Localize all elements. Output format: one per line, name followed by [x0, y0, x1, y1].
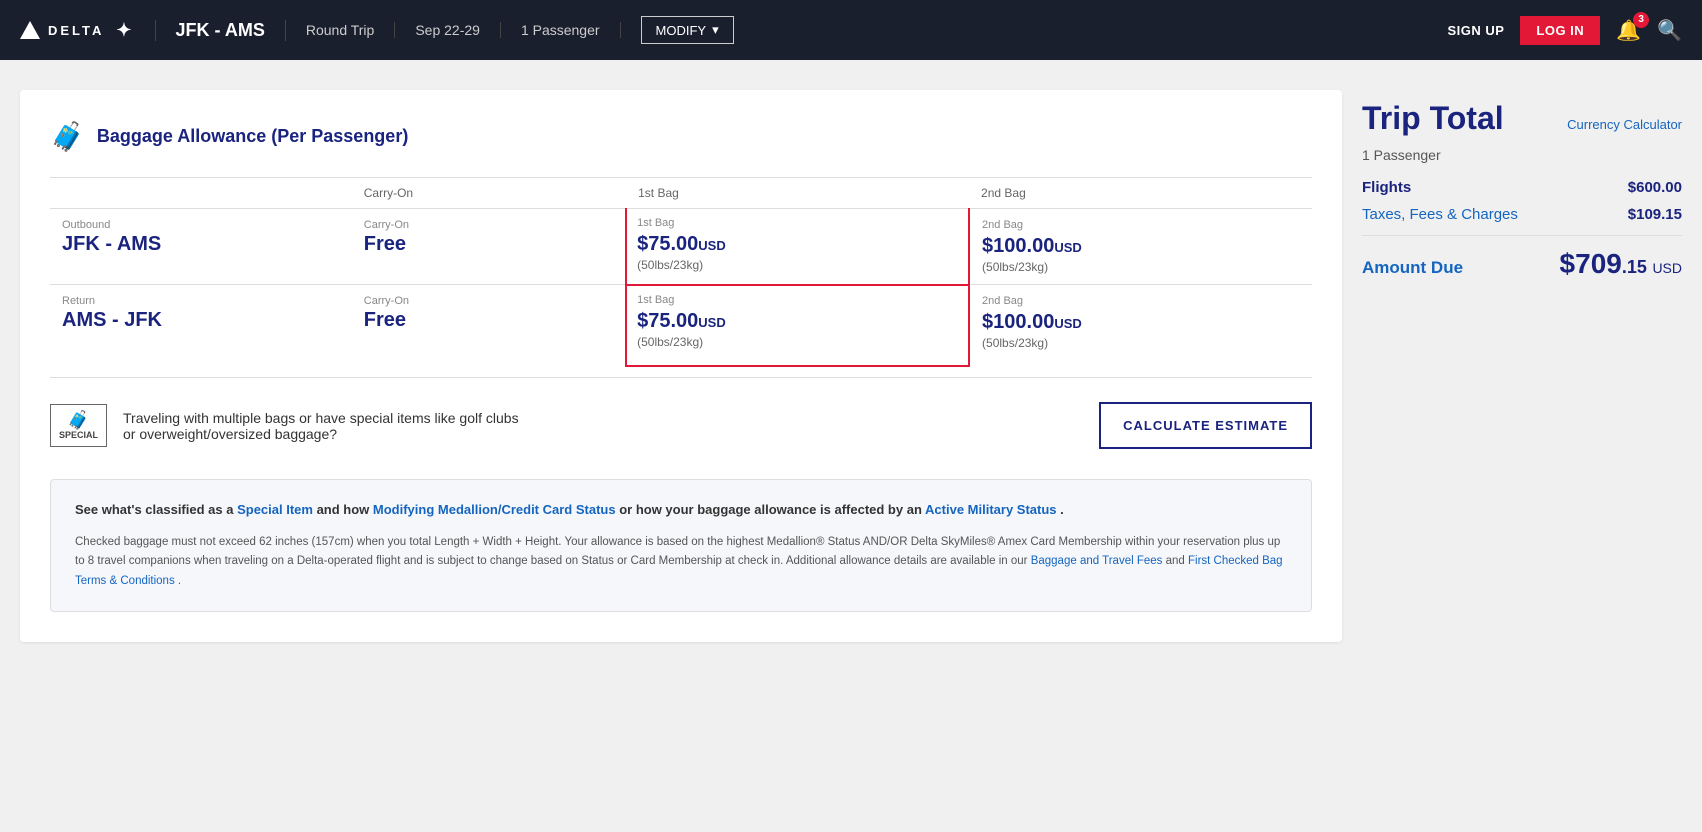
- return-bag2-weight: (50lbs/23kg): [982, 336, 1300, 350]
- baggage-panel: 🧳 Baggage Allowance (Per Passenger) Carr…: [20, 90, 1342, 642]
- baggage-title-row: 🧳 Baggage Allowance (Per Passenger): [50, 120, 1312, 153]
- special-item-link[interactable]: Special Item: [237, 502, 313, 517]
- col-route-header: [50, 178, 352, 209]
- return-bag1-price: $75.00: [637, 310, 698, 332]
- signup-button[interactable]: SIGN UP: [1447, 23, 1504, 38]
- return-bag2-label: 2nd Bag: [982, 295, 1300, 307]
- return-bag1-label: 1st Bag: [637, 294, 958, 306]
- special-left: 🧳 SPECIAL Traveling with multiple bags o…: [50, 404, 523, 447]
- modify-chevron-icon: ▾: [712, 22, 719, 38]
- return-route-cell: Return AMS - JFK: [50, 285, 352, 367]
- outbound-bag2-weight: (50lbs/23kg): [982, 260, 1300, 274]
- outbound-bag1-price: $75.00: [637, 233, 698, 255]
- main-content: 🧳 Baggage Allowance (Per Passenger) Carr…: [0, 60, 1702, 672]
- taxes-row: Taxes, Fees & Charges $109.15: [1362, 206, 1682, 223]
- delta-logo[interactable]: DELTA ✦: [20, 20, 156, 41]
- header-trip-type: Round Trip: [306, 22, 395, 38]
- info-body-3: .: [175, 575, 181, 587]
- col-bag1-header: 1st Bag: [626, 178, 969, 209]
- return-bag2-cell: 2nd Bag $100.00USD (50lbs/23kg): [969, 285, 1312, 367]
- modify-label: MODIFY: [656, 23, 707, 38]
- delta-triangle-icon: [20, 21, 40, 39]
- taxes-label: Taxes, Fees & Charges: [1362, 206, 1518, 223]
- return-label: Return: [62, 295, 340, 307]
- amount-due-row: Amount Due $709.15 USD: [1362, 248, 1682, 280]
- outbound-route: JFK - AMS: [62, 233, 161, 255]
- outbound-bag2-usd: USD: [1054, 240, 1081, 255]
- header-passengers: 1 Passenger: [521, 22, 621, 38]
- outbound-route-cell: Outbound JFK - AMS: [50, 209, 352, 285]
- notification-badge: 3: [1633, 12, 1649, 28]
- return-bag1-usd: USD: [698, 315, 725, 330]
- return-bag1-weight: (50lbs/23kg): [637, 335, 958, 349]
- outbound-label: Outbound: [62, 219, 340, 231]
- baggage-fees-link[interactable]: Baggage and Travel Fees: [1031, 555, 1163, 567]
- info-body-2: and: [1162, 555, 1188, 567]
- outbound-bag2-label: 2nd Bag: [982, 219, 1300, 231]
- header-route: JFK - AMS: [176, 20, 286, 41]
- baggage-table: Carry-On 1st Bag 2nd Bag Outbound JFK - …: [50, 177, 1312, 367]
- amount-due-label: Amount Due: [1362, 258, 1463, 278]
- currency-calculator-link[interactable]: Currency Calculator: [1567, 117, 1682, 132]
- header-dates: Sep 22-29: [415, 22, 501, 38]
- return-bag2-price: $100.00: [982, 311, 1054, 333]
- outbound-bag1-label: 1st Bag: [637, 217, 958, 229]
- info-box-title: See what's classified as a Special Item …: [75, 500, 1287, 521]
- outbound-bag1-weight: (50lbs/23kg): [637, 258, 958, 272]
- outbound-bag1-cell: 1st Bag $75.00USD (50lbs/23kg): [626, 209, 969, 285]
- modify-button[interactable]: MODIFY ▾: [641, 16, 734, 44]
- baggage-title-text: Baggage Allowance (Per Passenger): [97, 126, 408, 147]
- main-header: DELTA ✦ JFK - AMS Round Trip Sep 22-29 1…: [0, 0, 1702, 60]
- passenger-count: 1 Passenger: [1362, 147, 1682, 163]
- info-title-4: .: [1057, 502, 1064, 517]
- return-carryon-value: Free: [364, 309, 406, 331]
- return-carryon-cell: Carry-On Free: [352, 285, 626, 367]
- outbound-row: Outbound JFK - AMS Carry-On Free 1st Bag…: [50, 209, 1312, 285]
- trip-total-panel: Trip Total Currency Calculator 1 Passeng…: [1362, 90, 1682, 642]
- info-box-body: Checked baggage must not exceed 62 inche…: [75, 533, 1287, 592]
- military-link[interactable]: Active Military Status: [925, 502, 1057, 517]
- search-icon[interactable]: 🔍: [1657, 18, 1682, 43]
- special-icon-label: SPECIAL: [59, 431, 98, 440]
- flights-row: Flights $600.00: [1362, 179, 1682, 196]
- return-route: AMS - JFK: [62, 309, 162, 331]
- special-text: Traveling with multiple bags or have spe…: [123, 410, 523, 442]
- notifications-bell[interactable]: 🔔 3: [1616, 18, 1641, 43]
- taxes-value: $109.15: [1628, 206, 1682, 223]
- trip-total-title: Trip Total: [1362, 100, 1504, 137]
- return-row: Return AMS - JFK Carry-On Free 1st Bag $…: [50, 285, 1312, 367]
- calculate-estimate-button[interactable]: CALCULATE ESTIMATE: [1099, 402, 1312, 449]
- outbound-carryon-label: Carry-On: [364, 219, 613, 231]
- return-bag1-cell: 1st Bag $75.00USD (50lbs/23kg): [626, 285, 969, 367]
- outbound-bag1-usd: USD: [698, 238, 725, 253]
- login-button[interactable]: LOG IN: [1520, 16, 1600, 45]
- return-bag2-usd: USD: [1054, 316, 1081, 331]
- col-carryon-header: Carry-On: [352, 178, 626, 209]
- info-box: See what's classified as a Special Item …: [50, 479, 1312, 612]
- delta-logo-text: DELTA: [48, 23, 104, 38]
- delta-star-icon: ✦: [116, 20, 134, 41]
- outbound-bag2-cell: 2nd Bag $100.00USD (50lbs/23kg): [969, 209, 1312, 285]
- col-bag2-header: 2nd Bag: [969, 178, 1312, 209]
- amount-due-dollars: $709: [1560, 248, 1622, 279]
- baggage-icon: 🧳: [50, 120, 85, 153]
- flights-value: $600.00: [1628, 179, 1682, 196]
- info-title-3: or how your baggage allowance is affecte…: [616, 502, 925, 517]
- outbound-carryon-value: Free: [364, 233, 406, 255]
- trip-total-header: Trip Total Currency Calculator: [1362, 100, 1682, 141]
- total-divider: [1362, 235, 1682, 236]
- amount-due-value: $709.15 USD: [1560, 248, 1682, 280]
- special-baggage-section: 🧳 SPECIAL Traveling with multiple bags o…: [50, 377, 1312, 449]
- outbound-carryon-cell: Carry-On Free: [352, 209, 626, 285]
- outbound-bag2-price: $100.00: [982, 235, 1054, 257]
- flights-label: Flights: [1362, 179, 1411, 196]
- return-carryon-label: Carry-On: [364, 295, 613, 307]
- amount-due-cents: .15: [1622, 257, 1647, 277]
- special-baggage-icon: 🧳 SPECIAL: [50, 404, 107, 447]
- amount-due-currency: USD: [1652, 260, 1682, 276]
- info-title-1: See what's classified as a: [75, 502, 237, 517]
- info-title-2: and how: [313, 502, 373, 517]
- medallion-link[interactable]: Modifying Medallion/Credit Card Status: [373, 502, 616, 517]
